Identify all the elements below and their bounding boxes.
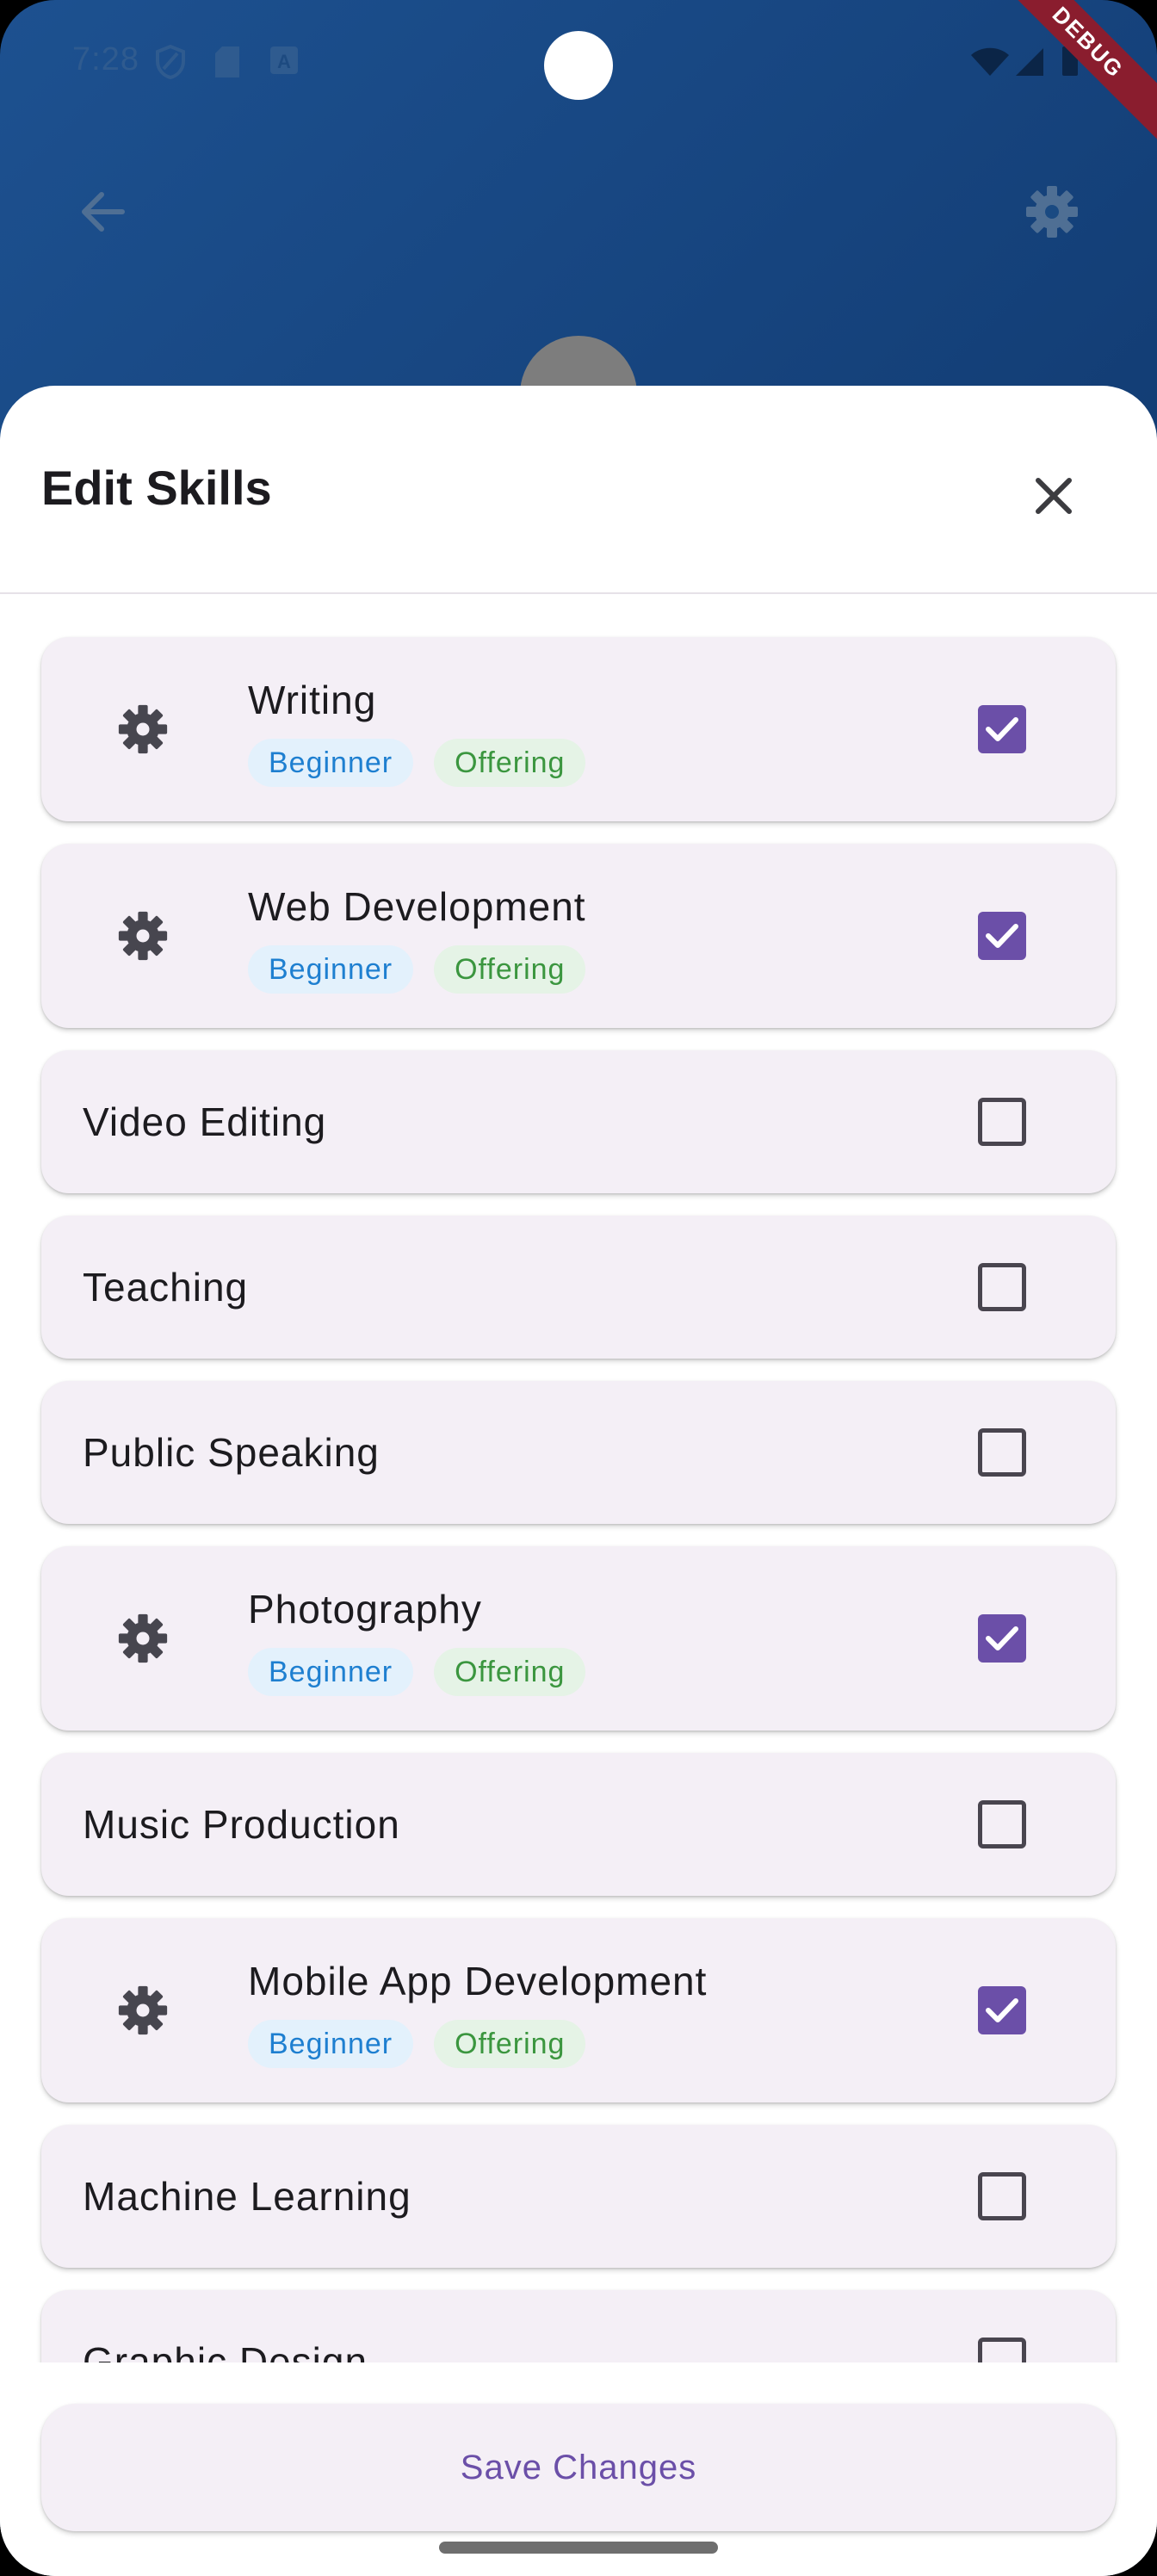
skill-name: Machine Learning [83,2174,411,2219]
arrow-back-icon[interactable] [77,186,129,242]
skill-checkbox[interactable] [978,912,1026,960]
skill-name: Graphic Design [83,2339,368,2362]
skill-tags: Beginner Offering [248,2020,586,2068]
home-indicator[interactable] [439,2542,718,2554]
skill-checkbox[interactable] [978,1986,1026,2034]
skill-checkbox[interactable] [978,2172,1026,2220]
sd-card-icon [213,45,241,84]
sheet-header: Edit Skills [0,386,1157,594]
skill-checkbox[interactable] [978,1800,1026,1848]
skill-checkbox[interactable] [978,1098,1026,1146]
gear-icon[interactable] [117,910,169,962]
gear-icon[interactable] [117,1985,169,2036]
skill-checkbox[interactable] [978,705,1026,753]
skill-card-public-speaking[interactable]: Public Speaking [41,1381,1116,1524]
skill-card-teaching[interactable]: Teaching [41,1216,1116,1359]
mode-tag: Offering [434,1648,586,1696]
skill-card-mobile-app-development[interactable]: Mobile App Development Beginner Offering [41,1918,1116,2102]
status-time: 7:28 [72,41,139,77]
skill-card-music-production[interactable]: Music Production [41,1753,1116,1896]
skill-tags: Beginner Offering [248,1648,586,1696]
shield-icon [155,44,186,84]
mode-tag: Offering [434,739,586,787]
save-changes-button[interactable]: Save Changes [41,2404,1116,2531]
signal-icon [1014,46,1045,82]
skill-name: Web Development [248,884,586,929]
level-tag: Beginner [248,2020,414,2068]
gear-icon[interactable] [117,1613,169,1664]
skill-name: Public Speaking [83,1430,380,1475]
skill-card-writing[interactable]: Writing Beginner Offering [41,637,1116,821]
skill-name: Music Production [83,1802,400,1847]
level-tag: Beginner [248,945,414,994]
skill-name: Video Editing [83,1099,327,1144]
skill-card-video-editing[interactable]: Video Editing [41,1050,1116,1193]
skill-card-photography[interactable]: Photography Beginner Offering [41,1546,1116,1731]
level-tag: Beginner [248,739,414,787]
camera-cutout [544,31,613,100]
gear-icon[interactable] [1024,184,1080,244]
skill-name: Teaching [83,1265,249,1310]
skill-card-graphic-design[interactable]: Graphic Design [41,2290,1116,2362]
a-badge-icon: A [269,45,300,80]
skill-list: Writing Beginner Offering Web Developmen… [0,594,1157,2362]
skill-checkbox[interactable] [978,1428,1026,1477]
skill-checkbox[interactable] [978,1263,1026,1311]
skill-card-machine-learning[interactable]: Machine Learning [41,2125,1116,2268]
skill-name: Mobile App Development [248,1959,708,2003]
edit-skills-sheet: Edit Skills Writing Beginner Offering We… [0,386,1157,2576]
skill-name: Writing [248,678,377,722]
mode-tag: Offering [434,2020,586,2068]
svg-text:A: A [277,51,291,72]
sheet-title: Edit Skills [41,461,272,515]
skill-tags: Beginner Offering [248,945,586,994]
skill-name: Photography [248,1587,482,1632]
wifi-icon [969,46,1011,82]
skill-checkbox[interactable] [978,2338,1026,2362]
phone-screen: 7:28 A DEBUG Edit Skills Writing Beginne… [0,0,1157,2576]
status-bar: 7:28 A DEBUG [0,0,1157,148]
skill-tags: Beginner Offering [248,739,586,787]
level-tag: Beginner [248,1648,414,1696]
skill-checkbox[interactable] [978,1614,1026,1663]
skill-card-web-development[interactable]: Web Development Beginner Offering [41,844,1116,1028]
close-icon[interactable] [1026,468,1081,523]
gear-icon[interactable] [117,703,169,755]
mode-tag: Offering [434,945,586,994]
